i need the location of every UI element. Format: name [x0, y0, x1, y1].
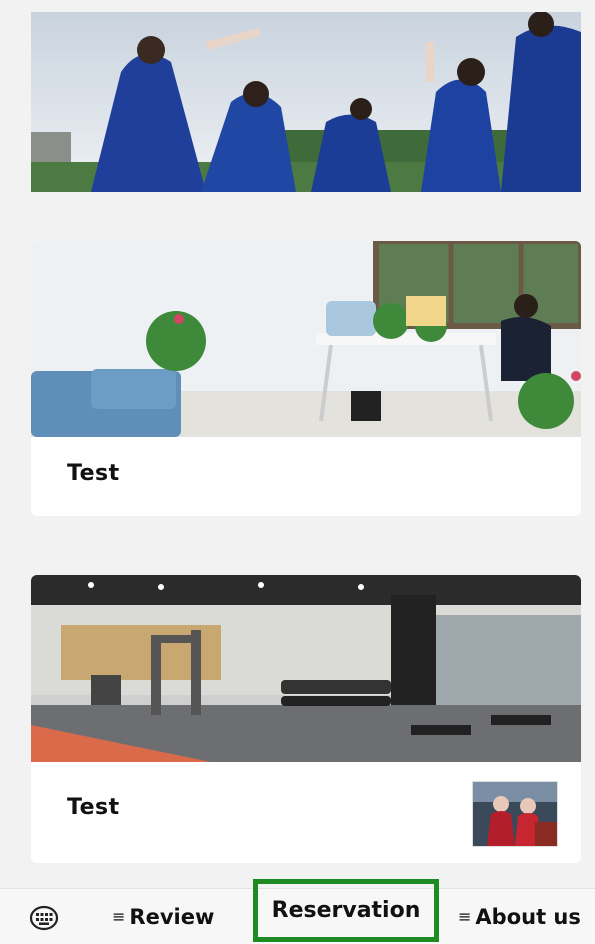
- gym-photo: [31, 575, 581, 762]
- tab-about-us[interactable]: ≡ About us: [458, 889, 581, 944]
- gym-card[interactable]: Test: [31, 575, 581, 863]
- keyboard-icon[interactable]: [26, 903, 62, 933]
- office-photo: [31, 241, 581, 437]
- bottom-tab-bar: ≡ Review Reservation ≡ About us: [0, 879, 595, 944]
- menu-icon: ≡: [112, 907, 126, 926]
- gym-card-title: Test: [67, 795, 120, 820]
- office-card-title: Test: [67, 461, 120, 486]
- office-card[interactable]: Test: [31, 241, 581, 516]
- tab-review-label: Review: [129, 904, 215, 929]
- menu-icon: ≡: [458, 907, 472, 926]
- tab-about-us-label: About us: [475, 904, 581, 929]
- tab-review[interactable]: ≡ Review: [112, 889, 214, 944]
- tab-reservation-label: Reservation: [271, 898, 421, 923]
- people-thumbnail[interactable]: [472, 781, 558, 847]
- tab-reservation[interactable]: Reservation: [253, 879, 439, 942]
- graduates-celebrating-photo: [31, 12, 581, 192]
- graduates-card[interactable]: [31, 12, 581, 192]
